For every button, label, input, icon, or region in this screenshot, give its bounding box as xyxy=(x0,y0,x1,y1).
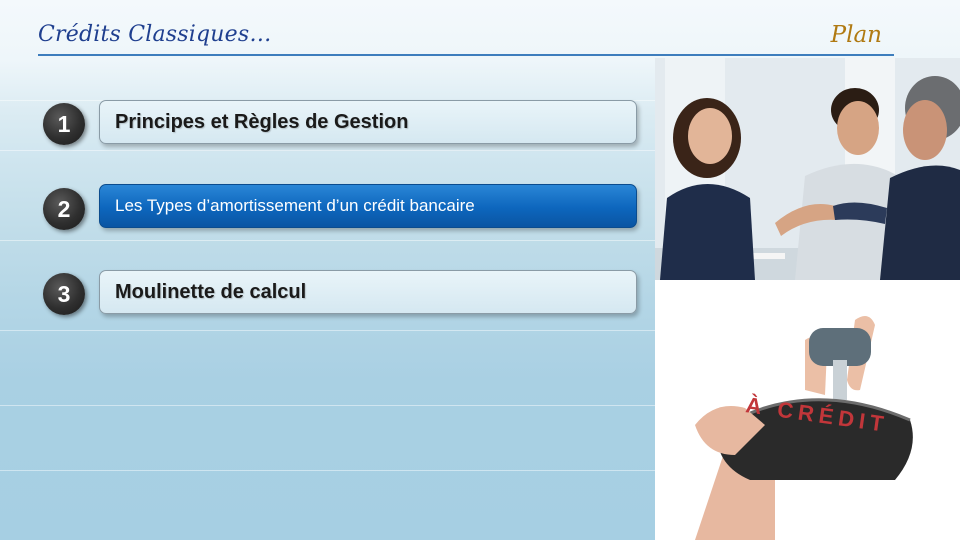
people-handshake-photo xyxy=(655,58,960,280)
slide-title: Crédits Classiques… xyxy=(38,22,272,47)
item-number-badge: 2 xyxy=(43,188,85,230)
bg-band xyxy=(0,150,655,151)
item-number-badge: 3 xyxy=(43,273,85,315)
credit-pouch-photo: À CRÉDIT xyxy=(655,280,960,540)
header-divider xyxy=(38,54,894,56)
bg-band xyxy=(0,405,655,406)
plan-item-label: Les Types d’amortissement d’un crédit ba… xyxy=(115,196,475,215)
bg-band xyxy=(0,470,655,471)
plan-item-moulinette[interactable]: Moulinette de calcul xyxy=(99,270,637,314)
plan-item-types-amortissement[interactable]: Les Types d’amortissement d’un crédit ba… xyxy=(99,184,637,228)
section-label: Plan xyxy=(830,22,882,48)
item-number-badge: 1 xyxy=(43,103,85,145)
plan-item-label: Principes et Règles de Gestion xyxy=(115,110,409,133)
bg-band xyxy=(0,240,655,241)
bg-band xyxy=(0,330,655,331)
plan-item-principes[interactable]: Principes et Règles de Gestion xyxy=(99,100,637,144)
plan-item-label: Moulinette de calcul xyxy=(115,280,307,303)
